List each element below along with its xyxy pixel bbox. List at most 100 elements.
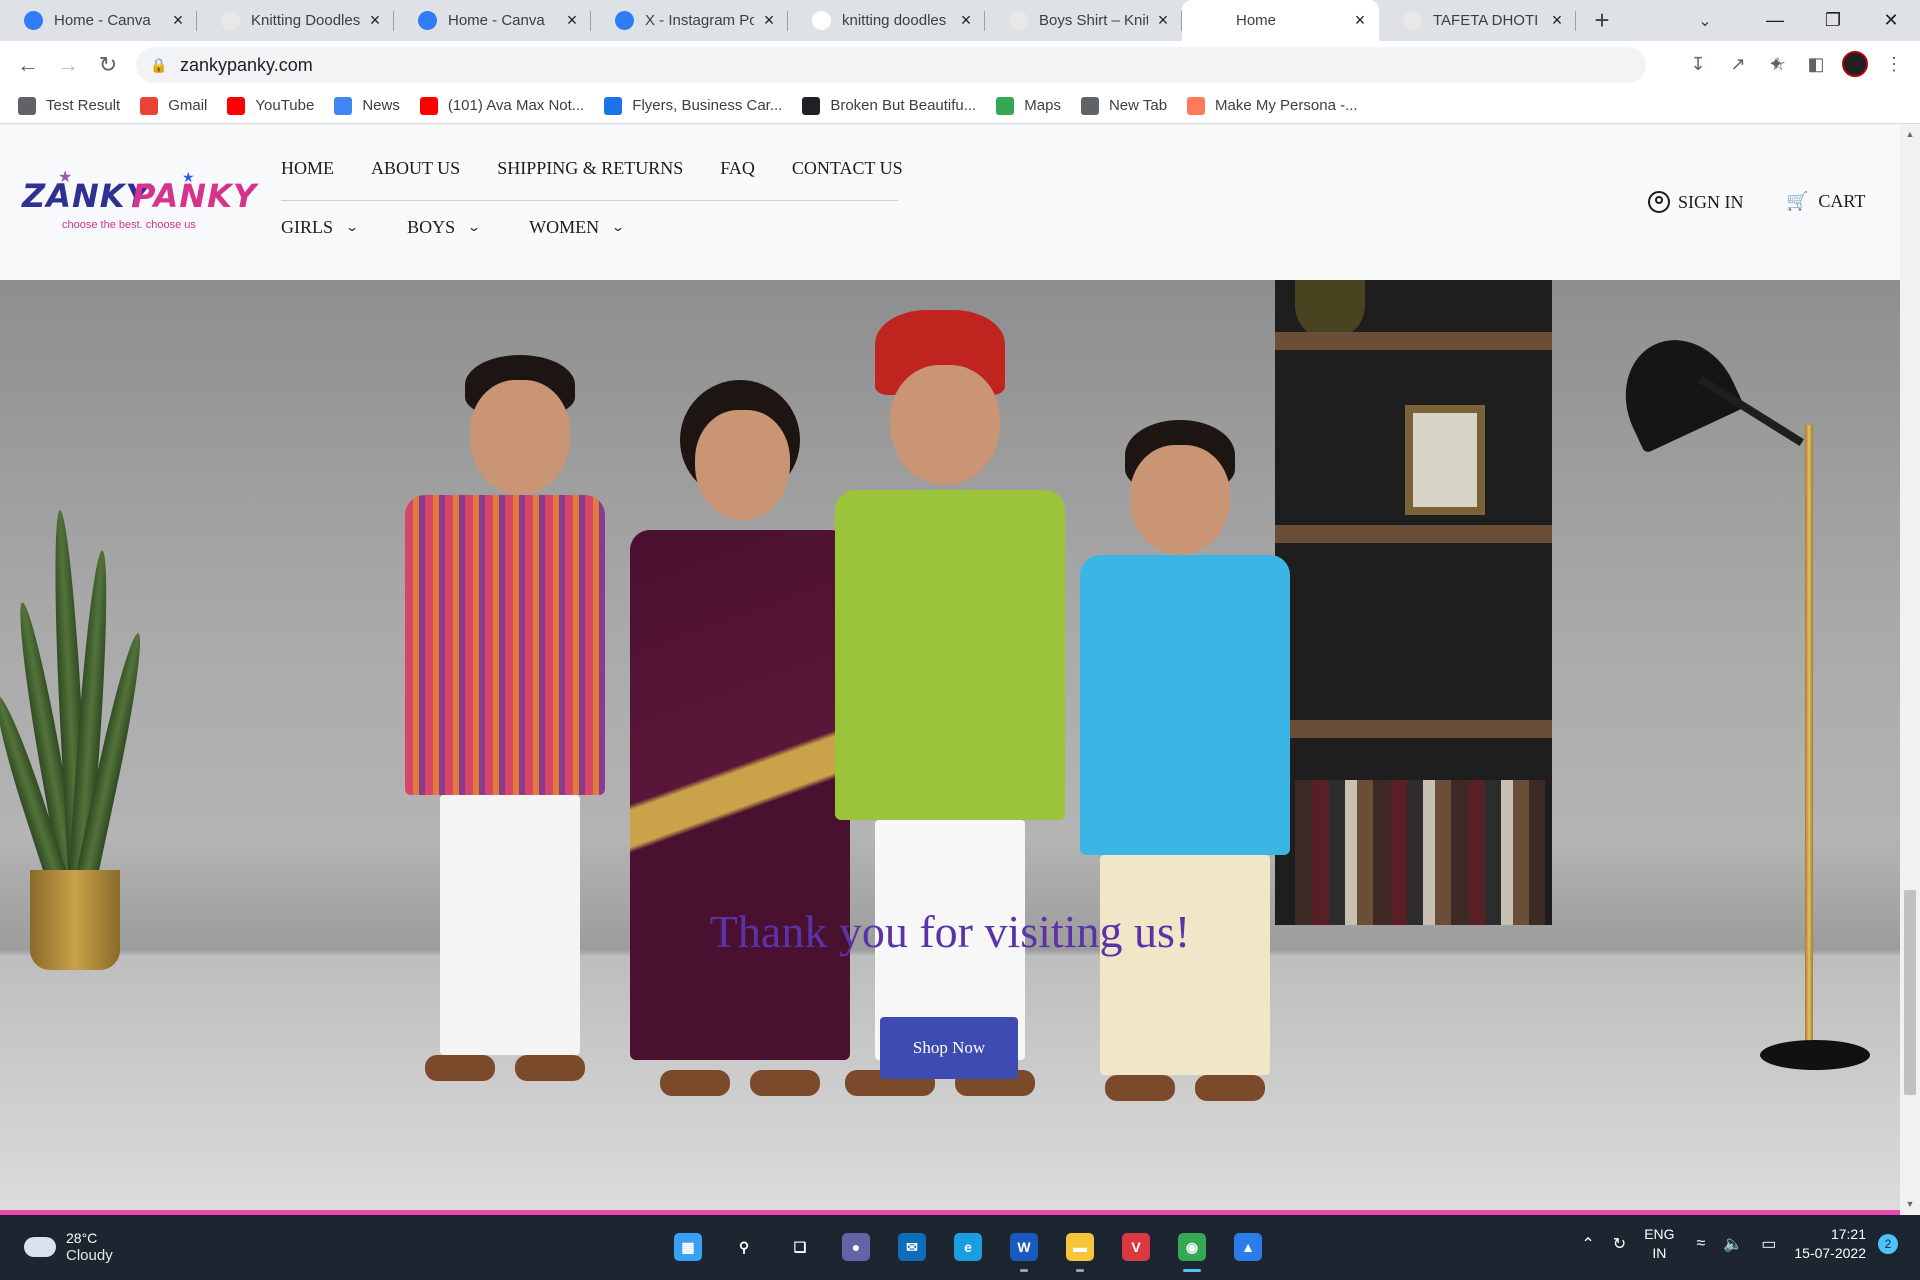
volume-icon[interactable]: 🔈 [1723,1234,1743,1254]
file-explorer-taskbar-button[interactable]: ▬ [1060,1227,1100,1272]
minimize-icon[interactable]: — [1746,0,1804,41]
page-scrollbar[interactable]: ▲ ▼ [1900,125,1920,1215]
bookmark-item[interactable]: (101) Ava Max Not... [419,96,584,115]
user-icon [1648,191,1670,213]
bookmark-label: YouTube [255,97,315,114]
search-taskbar-button[interactable]: ⚲ [724,1227,764,1267]
menu-kebab-icon[interactable]: ⋮ [1880,47,1908,81]
zankypanky-favicon [221,11,240,30]
close-tab-icon[interactable]: × [1351,10,1369,31]
system-tray: ⌃ ↻ ENG IN ≈ 🔈 ▭ 17:21 15-07-2022 2 [1581,1225,1898,1263]
scrollbar-thumb[interactable] [1904,890,1916,1095]
forward-arrow-icon[interactable]: → [48,45,88,85]
nav-shipping-returns[interactable]: SHIPPING & RETURNS [497,158,683,179]
back-arrow-icon[interactable]: ← [8,45,48,85]
bookmark-item[interactable]: YouTube [227,96,315,115]
category-nav: GIRLS ⌄ BOYS ⌄ WOMEN ⌄ [281,217,673,238]
taskbar-apps: ▦ ⚲ ❑ ● ✉ e W ▬ V ◉ ▲ [668,1227,1268,1272]
reload-icon[interactable]: ↻ [88,45,128,85]
browser-tab[interactable]: Home - Canva × [0,0,197,41]
bookmark-item[interactable]: Maps [996,96,1061,115]
install-app-icon[interactable]: ↧ [1686,49,1710,79]
close-tab-icon[interactable]: × [760,10,778,31]
close-tab-icon[interactable]: × [563,10,581,31]
nav-women[interactable]: WOMEN ⌄ [529,217,625,238]
nav-boys[interactable]: BOYS ⌄ [407,217,481,238]
chrome-icon: ◉ [1178,1233,1206,1261]
chevron-up-icon[interactable]: ⌃ [1581,1234,1594,1254]
address-bar[interactable]: 🔒 zankypanky.com [136,47,1646,83]
close-window-icon[interactable]: ✕ [1862,0,1920,41]
bookmark-item[interactable]: New Tab [1080,96,1167,115]
bookmark-item[interactable]: Test Result [18,96,120,115]
site-header: ★ ★ ZANKY PANKY choose the best. choose … [0,125,1900,280]
clock-time: 17:21 [1830,1226,1866,1242]
cart-link[interactable]: 🛒 CART [1786,191,1865,212]
photos-taskbar-button[interactable]: ▲ [1228,1227,1268,1267]
clock[interactable]: 17:21 15-07-2022 [1794,1225,1866,1263]
teams-chat-taskbar-button[interactable]: ● [836,1227,876,1267]
nav-about-us[interactable]: ABOUT US [371,158,460,179]
tab-title: knitting doodles [842,12,947,29]
profile-avatar[interactable] [1842,51,1868,77]
restore-icon[interactable]: ❐ [1804,0,1862,41]
scroll-up-arrow-icon[interactable]: ▲ [1904,129,1916,141]
browser-tab[interactable]: X - Instagram Pos × [591,0,788,41]
tab-search-chevron-icon[interactable]: ⌄ [1685,0,1725,41]
bookmark-item[interactable]: Make My Persona -... [1187,96,1358,115]
bookmark-item[interactable]: News [334,96,400,115]
share-icon[interactable]: ↗ [1726,49,1750,79]
gmail-icon [140,96,159,115]
nav-contact-us[interactable]: CONTACT US [792,158,903,179]
floor-lamp-image [1605,321,1745,454]
browser-tab[interactable]: Home - Canva × [394,0,591,41]
close-tab-icon[interactable]: × [957,10,975,31]
sign-in-label: SIGN IN [1678,191,1744,212]
side-panel-icon[interactable]: ◧ [1802,47,1830,81]
zankypanky-favicon [1009,11,1028,30]
windows-taskbar: 28°C Cloudy ▦ ⚲ ❑ ● ✉ e W ▬ V ◉ ▲ ⌃ ↻ ENG IN ≈ 🔈 ▭… [0,1215,1920,1280]
chrome-taskbar-button[interactable]: ◉ [1172,1227,1212,1272]
bookmark-item[interactable]: Broken But Beautifu... [802,96,976,115]
expressvpn-taskbar-button[interactable]: V [1116,1227,1156,1267]
wifi-icon[interactable]: ≈ [1697,1235,1706,1253]
nav-girls[interactable]: GIRLS ⌄ [281,217,359,238]
browser-tab[interactable]: knitting doodles × [788,0,985,41]
weather-widget[interactable]: 28°C Cloudy [24,1229,113,1265]
start-taskbar-button[interactable]: ▦ [668,1227,708,1267]
battery-icon[interactable]: ▭ [1761,1234,1776,1254]
browser-tab[interactable]: Home × [1182,0,1379,41]
edge-taskbar-button[interactable]: e [948,1227,988,1267]
sign-in-link[interactable]: SIGN IN [1648,191,1744,213]
nav-girls-label: GIRLS [281,217,334,237]
browser-tab[interactable]: TAFETA DHOTI KU × [1379,0,1576,41]
browser-tab[interactable]: Boys Shirt – Knitti × [985,0,1182,41]
nav-divider [281,200,898,201]
close-tab-icon[interactable]: × [1548,10,1566,31]
url-text[interactable]: zankypanky.com [180,55,313,76]
bookmark-item[interactable]: Flyers, Business Car... [604,96,782,115]
canva-icon [24,11,43,30]
nav-faq[interactable]: FAQ [720,158,755,179]
nav-home[interactable]: HOME [281,158,334,179]
lock-icon[interactable]: 🔒 [150,57,174,74]
extensions-puzzle-icon[interactable]: ✦ [1762,47,1790,81]
close-tab-icon[interactable]: × [366,10,384,31]
shop-now-button[interactable]: Shop Now [880,1017,1018,1079]
maps-icon [996,96,1015,115]
close-tab-icon[interactable]: × [169,10,187,31]
word-taskbar-button[interactable]: W [1004,1227,1044,1272]
bookmark-item[interactable]: Gmail [140,96,207,115]
language-indicator[interactable]: ENG IN [1644,1225,1674,1263]
mail-taskbar-button[interactable]: ✉ [892,1227,932,1267]
close-tab-icon[interactable]: × [1154,10,1172,31]
notification-badge[interactable]: 2 [1878,1234,1898,1254]
tab-title: Home - Canva [448,12,545,29]
task-view-taskbar-button[interactable]: ❑ [780,1227,820,1267]
new-tab-button[interactable]: + [1582,0,1622,41]
site-logo[interactable]: ★ ★ ZANKY PANKY choose the best. choose … [22,167,256,237]
scroll-down-arrow-icon[interactable]: ▼ [1904,1199,1916,1211]
sync-icon[interactable]: ↻ [1613,1234,1626,1254]
browser-tab[interactable]: Knitting Doodles | × [197,0,394,41]
kid-blue-kurta-image [1075,420,1295,1160]
